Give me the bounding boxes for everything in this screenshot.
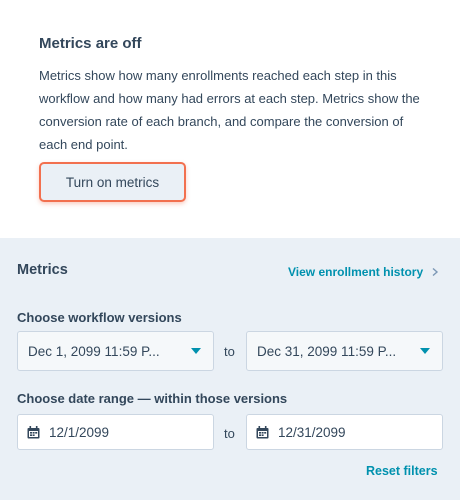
calendar-icon <box>256 425 269 438</box>
date-from-value: 12/1/2099 <box>49 424 110 440</box>
workflow-versions-label: Choose workflow versions <box>17 310 182 325</box>
view-enrollment-history-link[interactable]: View enrollment history <box>288 265 439 279</box>
reset-filters-link[interactable]: Reset filters <box>366 464 438 478</box>
caret-down-icon <box>420 348 430 354</box>
chevron-right-icon <box>432 268 439 276</box>
version-from-value: Dec 1, 2099 11:59 P... <box>28 343 160 359</box>
calendar-icon <box>27 425 40 438</box>
version-to-separator: to <box>224 344 235 359</box>
metrics-title: Metrics <box>17 262 68 278</box>
caret-down-icon <box>191 348 201 354</box>
metrics-panel: Metrics View enrollment history Choose w… <box>0 238 460 500</box>
date-to-separator: to <box>224 426 235 441</box>
metrics-off-section: Metrics are off Metrics show how many en… <box>0 0 460 238</box>
turn-on-metrics-button[interactable]: Turn on metrics <box>39 162 186 202</box>
date-from-input[interactable]: 12/1/2099 <box>17 414 214 450</box>
version-from-select[interactable]: Dec 1, 2099 11:59 P... <box>17 331 214 371</box>
date-to-value: 12/31/2099 <box>278 424 346 440</box>
date-range-label: Choose date range — within those version… <box>17 391 288 406</box>
metrics-off-title: Metrics are off <box>39 35 142 52</box>
version-to-value: Dec 31, 2099 11:59 P... <box>257 343 397 359</box>
version-to-select[interactable]: Dec 31, 2099 11:59 P... <box>246 331 443 371</box>
view-enrollment-history-label: View enrollment history <box>288 265 424 279</box>
metrics-off-description: Metrics show how many enrollments reache… <box>39 68 420 152</box>
date-to-input[interactable]: 12/31/2099 <box>246 414 443 450</box>
